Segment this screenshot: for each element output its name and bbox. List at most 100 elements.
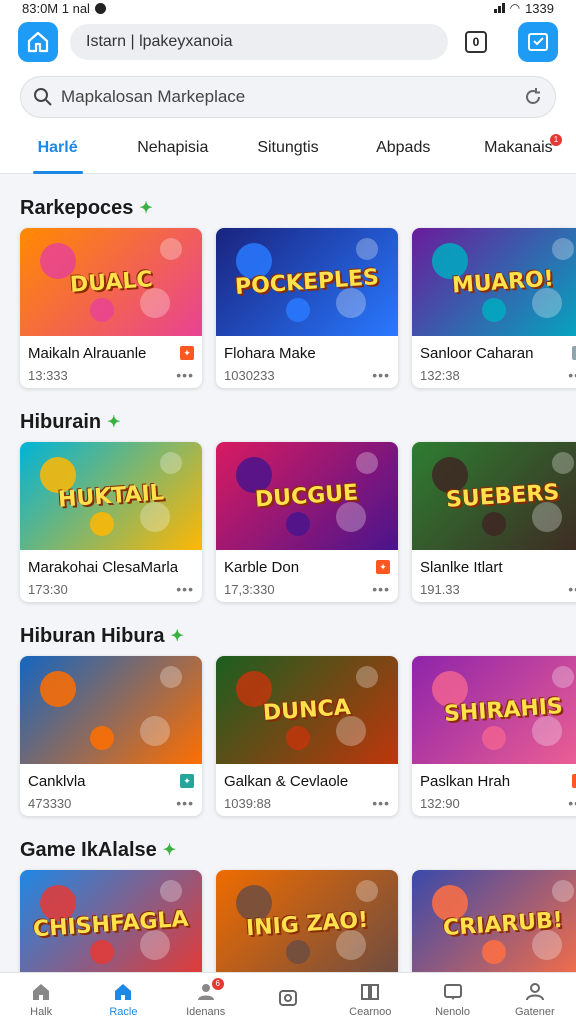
game-card[interactable]: DUALC Maikaln Alrauanle ✦ 13:333 ••• (20, 228, 202, 388)
status-left: 83:0M 1 nal (22, 1, 106, 16)
tab-home[interactable]: Harlé (0, 122, 115, 174)
thumbnail-decoration (160, 666, 182, 688)
tab-abpads[interactable]: Abpads (346, 122, 461, 174)
nav-label: Racle (109, 1005, 138, 1018)
nav-item[interactable] (247, 973, 329, 1024)
card-title: Slanlke Itlart (420, 558, 503, 576)
thumbnail-decoration (482, 512, 506, 536)
card-info: Karble Don ✦ 17,3:330 ••• (216, 550, 398, 600)
nav-item[interactable]: Gatener (494, 973, 576, 1024)
card-title-row: Sanloor Caharan ✦ (420, 342, 576, 364)
search-icon (34, 88, 52, 106)
card-tag-icon: ✦ (572, 346, 576, 360)
search-input[interactable] (61, 87, 515, 107)
card-info: Sanloor Caharan ✦ 132:38 ••• (412, 336, 576, 386)
card-info: Galkan & Cevlaole 1039:88 ••• (216, 764, 398, 814)
game-card[interactable]: DUNCA Galkan & Cevlaole 1039:88 ••• (216, 656, 398, 816)
game-card[interactable]: SUEBERS Slanlke Itlart 191.33 ••• (412, 442, 576, 602)
tab-switcher-button[interactable]: 0 (460, 26, 492, 58)
card-info: Paslkan Hrah ✦ 132:90 ••• (412, 764, 576, 814)
card-meta: 473330 (28, 795, 72, 811)
game-card[interactable]: HUKTAIL Marakohai ClesaMarla 173:30 ••• (20, 442, 202, 602)
search-box (20, 76, 556, 118)
card-title-row: Karble Don ✦ (224, 556, 390, 578)
thumbnail-decoration (90, 298, 114, 322)
tab-label: Nehapisia (137, 138, 209, 156)
thumbnail-decoration (552, 238, 574, 260)
more-icon[interactable]: ••• (568, 367, 576, 383)
game-thumbnail: SUEBERS (412, 442, 576, 550)
card-title: Marakohai ClesaMarla (28, 558, 179, 576)
sparkle-icon: ✦ (139, 200, 153, 217)
more-icon[interactable]: ••• (568, 581, 576, 597)
card-title: Canklvla (28, 772, 86, 790)
home-filled-icon (115, 983, 132, 1000)
game-card[interactable]: INIG ZAO!••• (216, 870, 398, 972)
card-title: Galkan & Cevlaole (224, 772, 349, 790)
tab-makanais[interactable]: Makanais 1 (461, 122, 576, 174)
tab-nehapisia[interactable]: Nehapisia (115, 122, 230, 174)
card-meta-row: 13:333 ••• (28, 364, 194, 386)
game-card[interactable]: Canklvla ✦ 473330 ••• (20, 656, 202, 816)
card-meta-row: 473330 ••• (28, 792, 194, 814)
sparkle-icon: ✦ (162, 842, 177, 859)
wifi-icon: ◠ (509, 1, 521, 15)
card-meta-row: 132:38 ••• (420, 364, 576, 386)
main-content: Rarkepoces ✦ DUALC Maikaln Alrauanle ✦ 13:333… (0, 174, 576, 972)
game-card[interactable]: POCKEPLES Flohara Make 1030233 ••• (216, 228, 398, 388)
card-row: HUKTAIL Marakohai ClesaMarla 173:30 ••• DUCG… (20, 442, 576, 602)
card-meta-row: 1039:88 ••• (224, 792, 390, 814)
more-icon[interactable]: ••• (372, 367, 390, 383)
thumbnail-decoration (160, 880, 182, 902)
thumbnail-decoration (552, 452, 574, 474)
more-icon[interactable]: ••• (372, 581, 390, 597)
more-icon[interactable]: ••• (176, 795, 194, 811)
nav-item[interactable]: Nenolo (411, 973, 493, 1024)
game-card[interactable]: SHIRAHIS Paslkan Hrah ✦ 132:90 ••• (412, 656, 576, 816)
game-thumbnail: CHISHFAGLA (20, 870, 202, 972)
thumbnail-decoration (482, 726, 506, 750)
game-card[interactable]: MUARO! Sanloor Caharan ✦ 132:38 ••• (412, 228, 576, 388)
section-title: Hiburain ✦ (20, 388, 556, 442)
card-info: Maikaln Alrauanle ✦ 13:333 ••• (20, 336, 202, 386)
home-button[interactable] (18, 22, 58, 62)
card-meta: 132:38 (420, 367, 460, 383)
card-title-row: Canklvla ✦ (28, 770, 194, 792)
thumbnail-decoration (286, 512, 310, 536)
more-icon[interactable]: ••• (176, 581, 194, 597)
more-icon[interactable]: ••• (176, 367, 194, 383)
game-card[interactable]: DUCGUE Karble Don ✦ 17,3:330 ••• (216, 442, 398, 602)
card-meta: 17,3:330 (224, 581, 275, 597)
game-thumbnail: DUALC (20, 228, 202, 336)
chat-icon (443, 983, 462, 1000)
tab-situngtis[interactable]: Situngtis (230, 122, 345, 174)
thumbnail-decoration (552, 880, 574, 902)
bottom-nav: Halk Racle 6 Idenans Cearnoo Nenolo Gatener (0, 972, 576, 1024)
section-title: Game IkAlalse ✦ (20, 816, 556, 870)
nav-item[interactable]: 6 Idenans (165, 973, 247, 1024)
more-icon[interactable]: ••• (372, 795, 390, 811)
game-card[interactable]: CRIARUB!••• (412, 870, 576, 972)
card-title: Paslkan Hrah (420, 772, 511, 790)
nav-item[interactable]: Cearnoo (329, 973, 411, 1024)
url-bar[interactable]: Istarn | lpakeyxanoia (70, 24, 448, 60)
card-info: Marakohai ClesaMarla 173:30 ••• (20, 550, 202, 600)
card-row: CHISHFAGLA•••INIG ZAO!•••CRIARUB!••• (20, 870, 576, 972)
game-thumbnail: SHIRAHIS (412, 656, 576, 764)
more-icon[interactable]: ••• (568, 795, 576, 811)
mail-icon (528, 33, 548, 51)
mail-button[interactable] (518, 22, 558, 62)
thumbnail-decoration (356, 238, 378, 260)
category-tabs: Harlé Nehapisia Situngtis Abpads Makanai… (0, 122, 576, 174)
nav-item[interactable]: Halk (0, 973, 82, 1024)
card-tag-icon: ✦ (376, 560, 390, 574)
nav-item[interactable]: Racle (82, 973, 164, 1024)
nav-label: Cearnoo (349, 1005, 392, 1018)
card-title: Sanloor Caharan (420, 344, 534, 362)
user-icon (525, 982, 544, 1000)
card-meta: 13:333 (28, 367, 68, 383)
tab-label: Abpads (376, 138, 431, 156)
refresh-icon[interactable] (523, 87, 543, 107)
game-card[interactable]: CHISHFAGLA••• (20, 870, 202, 972)
thumbnail-decoration (482, 298, 506, 322)
